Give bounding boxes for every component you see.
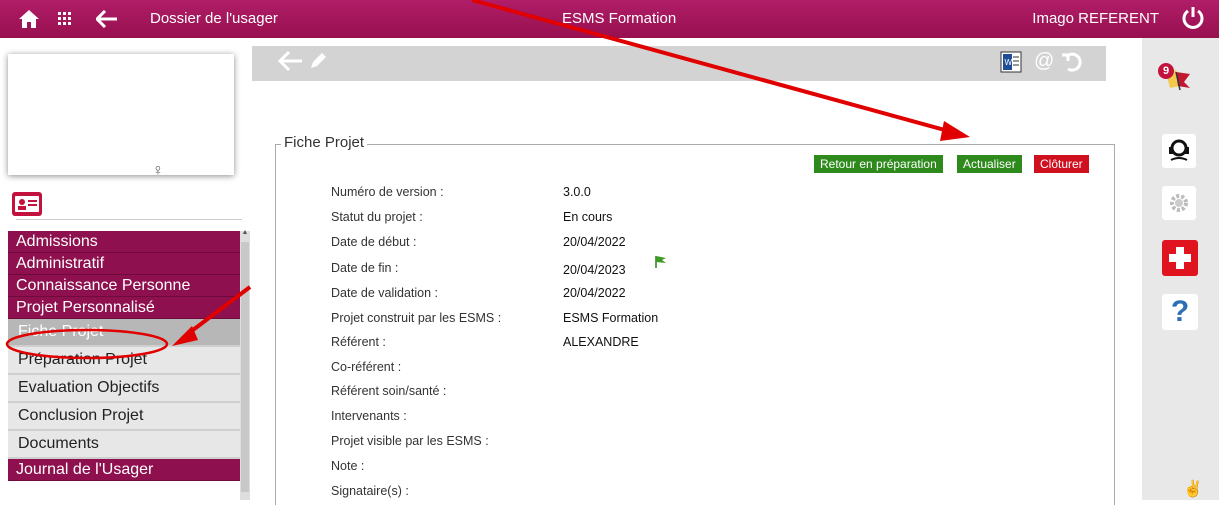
sidebar-item-projet-personnalise[interactable]: Projet Personnalisé: [8, 297, 248, 319]
sidebar-subitem-conclusion-projet[interactable]: Conclusion Projet: [8, 403, 248, 431]
sidebar-item-administratif[interactable]: Administratif: [8, 253, 248, 275]
field-label: Co-référent :: [331, 360, 402, 374]
establishment-name: ESMS Formation: [562, 10, 677, 27]
notification-badge: 9: [1158, 63, 1174, 79]
field-label: Référent soin/santé :: [331, 384, 447, 398]
user-photo: [8, 54, 234, 175]
sidebar-subitem-evaluation-objectifs[interactable]: Evaluation Objectifs: [8, 375, 248, 403]
field-label: Projet visible par les ESMS :: [331, 434, 489, 448]
grid-icon[interactable]: [52, 0, 78, 38]
field-value: 20/04/2023: [563, 263, 626, 277]
separator: [16, 219, 242, 220]
power-icon[interactable]: [1181, 6, 1205, 34]
help-icon[interactable]: ?: [1162, 294, 1198, 330]
id-card-icon[interactable]: [12, 192, 42, 216]
field-label: Date de validation :: [331, 286, 439, 300]
field-value: ALEXANDRE: [563, 335, 639, 349]
user-name: Imago REFERENT: [1032, 10, 1159, 27]
svg-text:W: W: [1005, 58, 1013, 67]
right-rail: 9 ? ✌: [1142, 38, 1219, 500]
medical-cross-icon[interactable]: [1162, 240, 1198, 276]
retour-en-preparation-button[interactable]: Retour en préparation: [814, 155, 943, 173]
settings-gear-icon[interactable]: [1162, 186, 1196, 220]
hand-cursor-icon[interactable]: ✌: [1182, 478, 1204, 500]
field-label: Statut du projet :: [331, 210, 423, 224]
undo-icon[interactable]: [1060, 49, 1084, 78]
pencil-icon[interactable]: [308, 51, 328, 76]
scrollbar-thumb[interactable]: [241, 242, 249, 492]
home-icon[interactable]: [14, 0, 44, 38]
scroll-up-icon[interactable]: ▲: [240, 229, 250, 239]
field-value: ESMS Formation: [563, 311, 659, 325]
field-label: Date de début :: [331, 235, 417, 249]
section-title: Fiche Projet: [281, 134, 368, 151]
field-value: 20/04/2022: [563, 235, 626, 249]
actualiser-button[interactable]: Actualiser: [957, 155, 1022, 173]
email-icon[interactable]: @: [1034, 50, 1054, 73]
sidebar-item-admissions[interactable]: Admissions: [8, 231, 248, 253]
field-label: Intervenants :: [331, 409, 407, 423]
sidebar-item-journal-usager[interactable]: Journal de l'Usager: [8, 459, 248, 481]
female-icon: ♀: [152, 162, 164, 179]
field-value: 3.0.0: [563, 185, 591, 199]
field-label: Projet construit par les ESMS :: [331, 311, 502, 325]
sidebar-subitem-preparation-projet[interactable]: Préparation Projet: [8, 347, 248, 375]
sidebar-menu: Admissions Administratif Connaissance Pe…: [8, 231, 248, 481]
cloturer-button[interactable]: Clôturer: [1034, 155, 1089, 173]
top-bar: Dossier de l'usager ESMS Formation Imago…: [0, 0, 1219, 38]
support-headset-icon[interactable]: [1162, 134, 1196, 168]
page-title: Dossier de l'usager: [150, 10, 278, 27]
field-label: Numéro de version :: [331, 185, 444, 199]
flag-icon: [654, 255, 668, 274]
sidebar-subitem-fiche-projet[interactable]: Fiche Projet: [8, 319, 248, 347]
field-label: Référent :: [331, 335, 386, 349]
main-toolbar: W @: [252, 46, 1106, 81]
back-arrow-icon[interactable]: [92, 0, 122, 38]
annotation-arrowhead: [940, 121, 970, 141]
field-label: Signataire(s) :: [331, 484, 409, 498]
word-export-icon[interactable]: W: [1000, 51, 1022, 78]
back-arrow-icon[interactable]: [277, 50, 304, 77]
sidebar-subitem-documents[interactable]: Documents: [8, 431, 248, 459]
field-value: 20/04/2022: [563, 286, 626, 300]
sidebar-item-connaissance-personne[interactable]: Connaissance Personne: [8, 275, 248, 297]
field-label: Note :: [331, 459, 365, 473]
field-value: En cours: [563, 210, 613, 224]
field-label: Date de fin :: [331, 261, 399, 275]
